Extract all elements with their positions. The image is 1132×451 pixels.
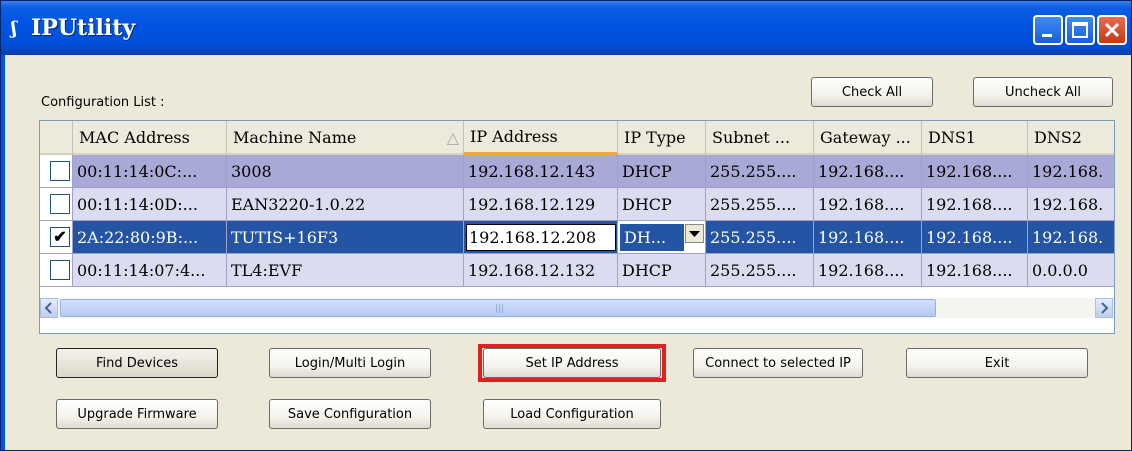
cell-dns1: 192.168.... — [922, 254, 1028, 287]
configuration-list-label: Configuration List : — [41, 95, 165, 110]
app-logo-icon: ʃ — [11, 18, 17, 39]
header-dns1-label: DNS1 — [928, 127, 976, 147]
close-icon — [1104, 22, 1120, 38]
scroll-right-button[interactable] — [1095, 298, 1113, 318]
cell-gateway: 192.168.... — [814, 221, 922, 254]
cell-ip: 192.168.12.132 — [464, 254, 618, 287]
window-title: IPUtility — [31, 15, 136, 41]
header-ip-label: IP Address — [470, 127, 558, 146]
table-row[interactable]: 00:11:14:0C:... 3008 192.168.12.143 DHCP… — [40, 155, 1114, 188]
cell-subnet: 255.255.... — [706, 188, 814, 221]
cell-gateway: 192.168.... — [814, 155, 922, 188]
find-devices-button[interactable]: Find Devices — [56, 348, 218, 378]
header-gateway-label: Gateway ... — [820, 127, 911, 147]
scrollbar-grip-icon: ||| — [495, 304, 505, 314]
header-checkbox-column[interactable] — [40, 121, 73, 155]
header-machine-name[interactable]: Machine Name △ — [227, 121, 464, 155]
cell-mac: 00:11:14:0C:... — [73, 155, 227, 188]
cell-machine-name: TL4:EVF — [227, 254, 464, 287]
row-checkbox-checked[interactable]: ✔ — [50, 227, 70, 247]
cell-dns2: 192.168. — [1028, 221, 1114, 254]
ip-type-dropdown-button[interactable] — [685, 224, 704, 243]
cell-subnet: 255.255.... — [706, 254, 814, 287]
cell-ip-type: DHCP — [618, 254, 706, 287]
table-row-selected[interactable]: ✔ 2A:22:80:9B:... TUTIS+16F3 DH... 255.2… — [40, 221, 1114, 254]
maximize-icon — [1072, 22, 1088, 38]
sort-ascending-icon: △ — [446, 127, 459, 147]
table-row[interactable]: 00:11:14:07:4... TL4:EVF 192.168.12.132 … — [40, 254, 1114, 287]
title-bar[interactable]: ʃ IPUtility — [1, 1, 1131, 55]
header-dns2[interactable]: DNS2 — [1028, 121, 1114, 155]
cell-dns2: 192.168. — [1028, 155, 1114, 188]
minimize-button[interactable] — [1033, 15, 1063, 45]
login-multi-login-button[interactable]: Login/Multi Login — [269, 348, 431, 378]
cell-machine-name: TUTIS+16F3 — [227, 221, 464, 254]
arrow-right-icon — [1101, 302, 1109, 314]
set-ip-highlight-box — [478, 344, 666, 382]
scrollbar-thumb[interactable]: ||| — [60, 299, 936, 317]
arrow-left-icon — [44, 302, 52, 314]
horizontal-scrollbar[interactable]: ||| — [40, 298, 1114, 318]
cell-dns2: 192.168. — [1028, 188, 1114, 221]
maximize-button[interactable] — [1065, 15, 1095, 45]
row-checkbox-cell — [40, 254, 73, 287]
window-frame-left — [1, 55, 5, 450]
header-ip-type[interactable]: IP Type — [618, 121, 706, 155]
cell-ip: 192.168.12.129 — [464, 188, 618, 221]
minimize-icon — [1042, 34, 1052, 37]
header-subnet-label: Subnet ... — [712, 127, 791, 147]
header-subnet[interactable]: Subnet ... — [706, 121, 814, 155]
header-ip-address[interactable]: IP Address — [464, 121, 618, 155]
cell-gateway: 192.168.... — [814, 254, 922, 287]
cell-dns1: 192.168.... — [922, 221, 1028, 254]
row-checkbox-cell — [40, 155, 73, 188]
header-dns2-label: DNS2 — [1034, 127, 1082, 147]
uncheck-all-button[interactable]: Uncheck All — [973, 77, 1113, 107]
row-checkbox-cell: ✔ — [40, 221, 73, 254]
cell-mac: 00:11:14:0D:... — [73, 188, 227, 221]
header-mac-address[interactable]: MAC Address — [73, 121, 227, 155]
cell-ip-type: DHCP — [618, 188, 706, 221]
cell-ip-type-editor: DH... — [618, 221, 706, 254]
scroll-left-button[interactable] — [40, 298, 58, 318]
configuration-table: MAC Address Machine Name △ IP Address IP… — [39, 120, 1115, 334]
load-configuration-button[interactable]: Load Configuration — [483, 399, 661, 429]
row-checkbox[interactable] — [50, 260, 70, 280]
header-ip-type-label: IP Type — [624, 127, 686, 147]
header-gateway[interactable]: Gateway ... — [814, 121, 922, 155]
header-mac-label: MAC Address — [79, 127, 190, 147]
cell-machine-name: 3008 — [227, 155, 464, 188]
connect-selected-ip-button[interactable]: Connect to selected IP — [693, 348, 863, 378]
close-button[interactable] — [1097, 15, 1127, 45]
cell-dns1: 192.168.... — [922, 155, 1028, 188]
ip-address-input[interactable] — [466, 223, 616, 251]
cell-ip-type: DHCP — [618, 155, 706, 188]
upgrade-firmware-button[interactable]: Upgrade Firmware — [56, 399, 218, 429]
cell-subnet: 255.255.... — [706, 221, 814, 254]
table-row[interactable]: 00:11:14:0D:... EAN3220-1.0.22 192.168.1… — [40, 188, 1114, 221]
row-checkbox[interactable] — [50, 161, 70, 181]
cell-dns2: 0.0.0.0 — [1028, 254, 1114, 287]
chevron-down-icon — [689, 231, 700, 237]
row-checkbox-cell — [40, 188, 73, 221]
cell-mac: 2A:22:80:9B:... — [73, 221, 227, 254]
ip-utility-window: ʃ IPUtility Configuration List : Check A… — [0, 0, 1132, 451]
cell-machine-name: EAN3220-1.0.22 — [227, 188, 464, 221]
row-checkbox[interactable] — [50, 194, 70, 214]
cell-ip-editor — [464, 221, 618, 254]
cell-subnet: 255.255.... — [706, 155, 814, 188]
cell-ip: 192.168.12.143 — [464, 155, 618, 188]
header-machine-name-label: Machine Name — [233, 127, 357, 147]
save-configuration-button[interactable]: Save Configuration — [269, 399, 431, 429]
cell-dns1: 192.168.... — [922, 188, 1028, 221]
ip-type-select[interactable]: DH... — [620, 224, 684, 251]
cell-gateway: 192.168.... — [814, 188, 922, 221]
cell-mac: 00:11:14:07:4... — [73, 254, 227, 287]
check-all-button[interactable]: Check All — [811, 77, 933, 107]
exit-button[interactable]: Exit — [906, 348, 1088, 378]
header-dns1[interactable]: DNS1 — [922, 121, 1028, 155]
